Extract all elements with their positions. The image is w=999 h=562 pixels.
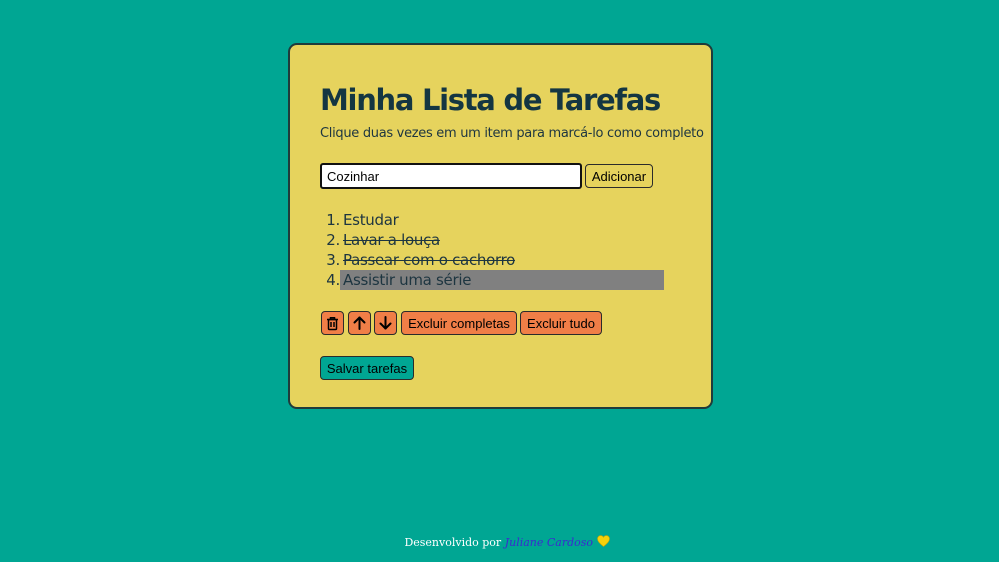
- page-title: Minha Lista de Tarefas: [320, 83, 661, 117]
- task-item[interactable]: 1. Estudar: [320, 210, 664, 230]
- task-item[interactable]: 3. Passear com o cachorro: [320, 250, 664, 270]
- move-down-button[interactable]: [374, 311, 397, 335]
- clear-completed-button[interactable]: Excluir completas: [401, 311, 517, 335]
- task-input[interactable]: [320, 163, 582, 189]
- move-up-button[interactable]: [348, 311, 371, 335]
- footer: Desenvolvido por Juliane Cardoso: [0, 535, 999, 550]
- task-text: Passear com o cachorro: [343, 251, 515, 269]
- arrow-up-icon: [353, 316, 366, 330]
- instructions-text: Clique duas vezes em um item para marcá-…: [320, 126, 704, 141]
- arrow-down-icon: [379, 316, 392, 330]
- task-number: 4.: [326, 271, 340, 289]
- task-list: 1. Estudar 2. Lavar a louça 3. Passear c…: [320, 210, 664, 290]
- task-number: 3.: [326, 251, 340, 269]
- task-text: Estudar: [343, 211, 399, 229]
- todo-card: Minha Lista de Tarefas Clique duas vezes…: [288, 43, 713, 409]
- author-link[interactable]: Juliane Cardoso: [505, 536, 593, 549]
- trash-icon: [326, 316, 339, 331]
- add-button[interactable]: Adicionar: [585, 164, 653, 188]
- task-text: Assistir uma série: [340, 270, 664, 290]
- task-item[interactable]: 2. Lavar a louça: [320, 230, 664, 250]
- save-tasks-button[interactable]: Salvar tarefas: [320, 356, 414, 380]
- task-text: Lavar a louça: [343, 231, 440, 249]
- clear-all-button[interactable]: Excluir tudo: [520, 311, 602, 335]
- task-number: 1.: [326, 211, 340, 229]
- task-number: 2.: [326, 231, 340, 249]
- yellow-heart-icon: [596, 535, 610, 550]
- footer-prefix: Desenvolvido por: [404, 536, 502, 549]
- task-item[interactable]: 4. Assistir uma série: [320, 270, 664, 290]
- remove-selected-button[interactable]: [321, 311, 344, 335]
